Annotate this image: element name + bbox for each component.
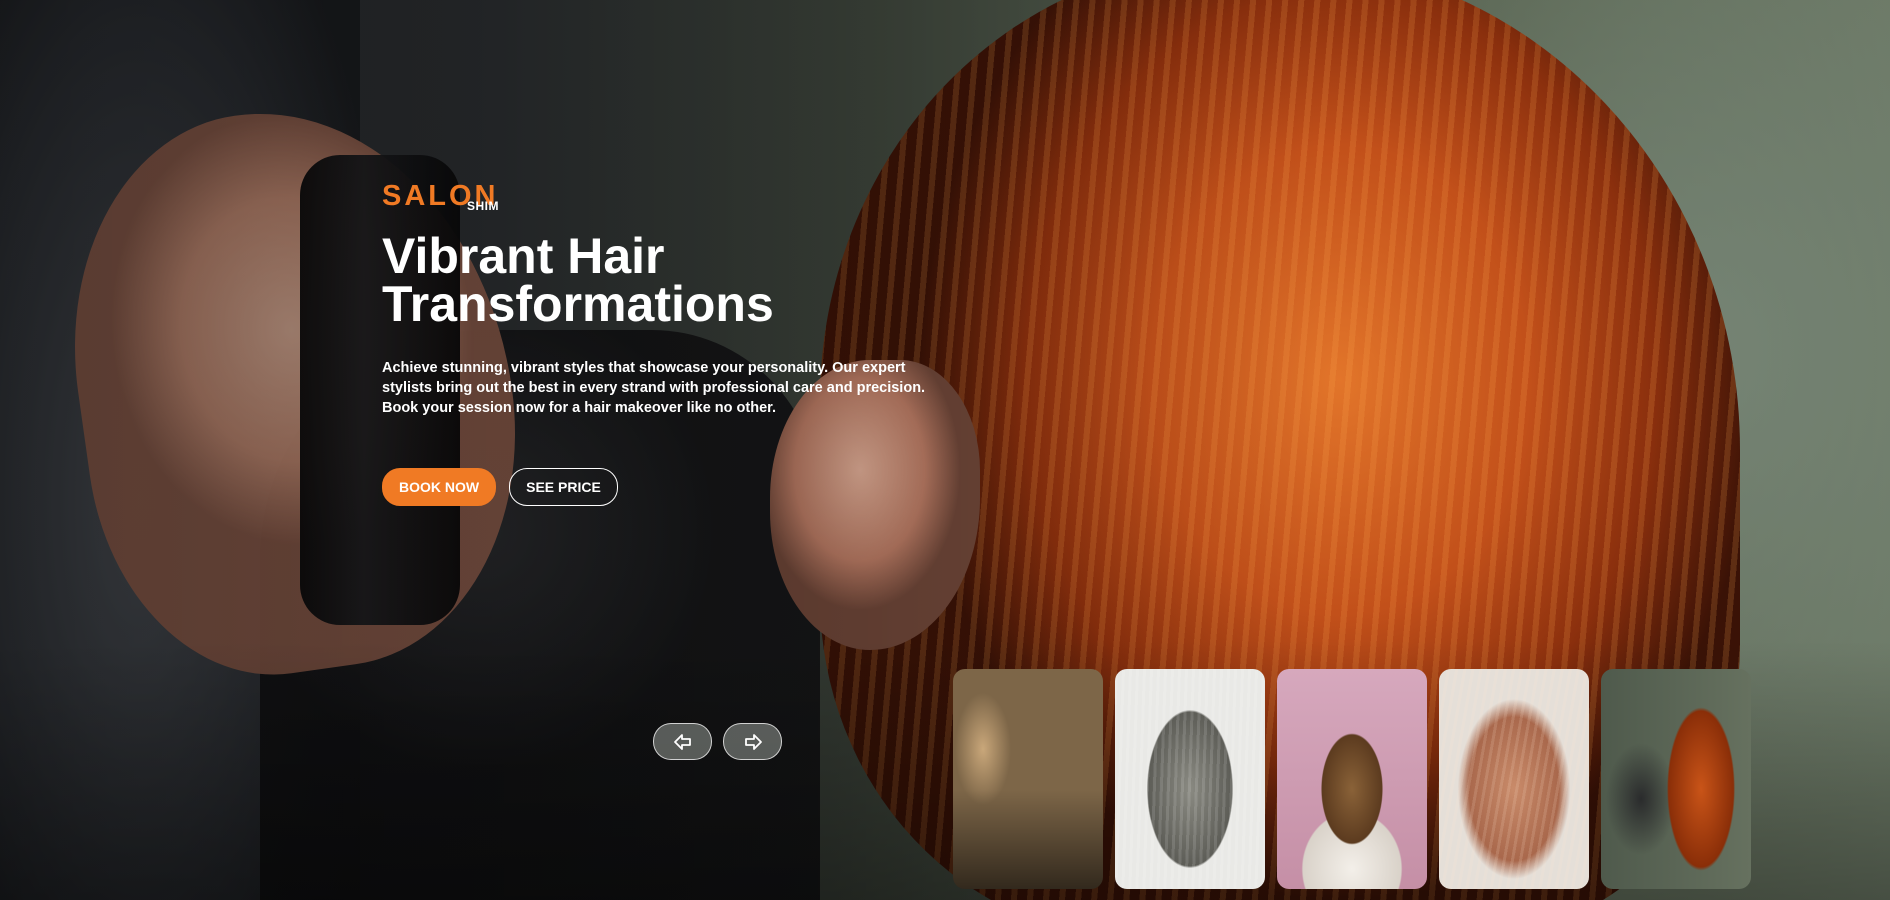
hero-title: Vibrant Hair Transformations (382, 228, 982, 332)
slider-thumbnail[interactable] (953, 669, 1103, 889)
slider-thumbnail[interactable] (1439, 669, 1589, 889)
logo-sub-text: SHIM (467, 199, 499, 213)
hero-description: Achieve stunning, vibrant styles that sh… (382, 360, 926, 416)
hero-content: SALON SHIM Vibrant Hair Transformations … (382, 180, 982, 506)
slider-thumbnail[interactable] (1277, 669, 1427, 889)
slider-next-button[interactable] (723, 723, 782, 760)
hero-title-line-1: Vibrant Hair (382, 228, 665, 284)
arrow-right-icon (744, 733, 762, 750)
see-price-button[interactable]: SEE PRICE (509, 468, 618, 506)
book-now-button[interactable]: BOOK NOW (382, 468, 497, 506)
slider-thumbnail[interactable] (1601, 669, 1751, 889)
slider-prev-button[interactable] (653, 723, 712, 760)
slider-thumbnail[interactable] (1115, 669, 1265, 889)
arrow-left-icon (673, 733, 691, 750)
brand-logo[interactable]: SALON SHIM (382, 180, 982, 220)
hero-title-line-2: Transformations (382, 276, 774, 332)
hero-buttons: BOOK NOW SEE PRICE (382, 468, 982, 506)
